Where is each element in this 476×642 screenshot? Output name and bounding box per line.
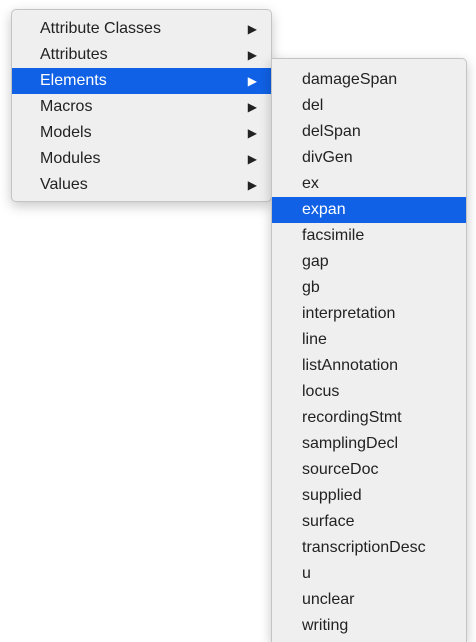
context-menu: Attribute Classes ▶ Attributes ▶ Element… xyxy=(11,9,272,202)
submenu-item-label: interpretation xyxy=(302,305,396,322)
submenu-arrow-icon: ▶ xyxy=(247,178,257,192)
submenu-item-label: line xyxy=(302,331,327,348)
submenu-item-label: delSpan xyxy=(302,123,361,140)
submenu-item-unclear[interactable]: unclear xyxy=(272,587,466,613)
submenu-item-del[interactable]: del xyxy=(272,93,466,119)
submenu-arrow-icon: ▶ xyxy=(247,152,257,166)
submenu-item-interpretation[interactable]: interpretation xyxy=(272,301,466,327)
menu-item-values[interactable]: Values ▶ xyxy=(12,172,271,198)
submenu-item-ex[interactable]: ex xyxy=(272,171,466,197)
submenu-item-supplied[interactable]: supplied xyxy=(272,483,466,509)
submenu-item-label: u xyxy=(302,565,311,582)
submenu-item-sourcedoc[interactable]: sourceDoc xyxy=(272,457,466,483)
menu-item-attribute-classes[interactable]: Attribute Classes ▶ xyxy=(12,16,271,42)
submenu-item-recordingstmt[interactable]: recordingStmt xyxy=(272,405,466,431)
submenu-item-label: damageSpan xyxy=(302,71,398,88)
submenu-item-label: writing xyxy=(302,617,349,634)
submenu-item-label: ex xyxy=(302,175,319,192)
submenu-item-label: surface xyxy=(302,513,355,530)
submenu-item-label: expan xyxy=(302,201,346,218)
menu-item-macros[interactable]: Macros ▶ xyxy=(12,94,271,120)
menu-item-modules[interactable]: Modules ▶ xyxy=(12,146,271,172)
submenu-item-surface[interactable]: surface xyxy=(272,509,466,535)
submenu-item-label: transcriptionDesc xyxy=(302,539,426,556)
submenu-item-facsimile[interactable]: facsimile xyxy=(272,223,466,249)
submenu-item-gb[interactable]: gb xyxy=(272,275,466,301)
submenu-item-divgen[interactable]: divGen xyxy=(272,145,466,171)
submenu-arrow-icon: ▶ xyxy=(247,22,257,36)
submenu-item-line[interactable]: line xyxy=(272,327,466,353)
submenu-arrow-icon: ▶ xyxy=(247,48,257,62)
submenu-item-label: facsimile xyxy=(302,227,365,244)
submenu-item-label: gb xyxy=(302,279,320,296)
menu-item-label: Models xyxy=(40,124,92,141)
submenu-item-transcriptiondesc[interactable]: transcriptionDesc xyxy=(272,535,466,561)
menu-item-label: Elements xyxy=(40,72,107,89)
elements-submenu: damageSpan del delSpan divGen ex expan f… xyxy=(271,58,467,642)
menu-item-models[interactable]: Models ▶ xyxy=(12,120,271,146)
submenu-item-samplingdecl[interactable]: samplingDecl xyxy=(272,431,466,457)
submenu-item-gap[interactable]: gap xyxy=(272,249,466,275)
menu-item-attributes[interactable]: Attributes ▶ xyxy=(12,42,271,68)
submenu-arrow-icon: ▶ xyxy=(247,74,257,88)
submenu-item-label: unclear xyxy=(302,591,355,608)
menu-item-label: Attribute Classes xyxy=(40,20,161,37)
submenu-item-writing[interactable]: writing xyxy=(272,613,466,639)
menu-item-label: Modules xyxy=(40,150,101,167)
submenu-item-label: gap xyxy=(302,253,329,270)
submenu-item-u[interactable]: u xyxy=(272,561,466,587)
submenu-item-label: locus xyxy=(302,383,340,400)
submenu-arrow-icon: ▶ xyxy=(247,100,257,114)
submenu-item-damagespan[interactable]: damageSpan xyxy=(272,67,466,93)
submenu-item-label: recordingStmt xyxy=(302,409,402,426)
menu-item-elements[interactable]: Elements ▶ xyxy=(12,68,271,94)
submenu-item-label: del xyxy=(302,97,324,114)
menu-item-label: Attributes xyxy=(40,46,108,63)
submenu-item-listannotation[interactable]: listAnnotation xyxy=(272,353,466,379)
submenu-item-label: divGen xyxy=(302,149,353,166)
submenu-arrow-icon: ▶ xyxy=(247,126,257,140)
submenu-item-locus[interactable]: locus xyxy=(272,379,466,405)
submenu-item-label: samplingDecl xyxy=(302,435,399,452)
submenu-item-expan[interactable]: expan xyxy=(272,197,466,223)
menu-item-label: Macros xyxy=(40,98,93,115)
submenu-item-label: supplied xyxy=(302,487,362,504)
submenu-item-label: sourceDoc xyxy=(302,461,379,478)
submenu-item-delspan[interactable]: delSpan xyxy=(272,119,466,145)
menu-item-label: Values xyxy=(40,176,88,193)
submenu-item-label: listAnnotation xyxy=(302,357,399,374)
